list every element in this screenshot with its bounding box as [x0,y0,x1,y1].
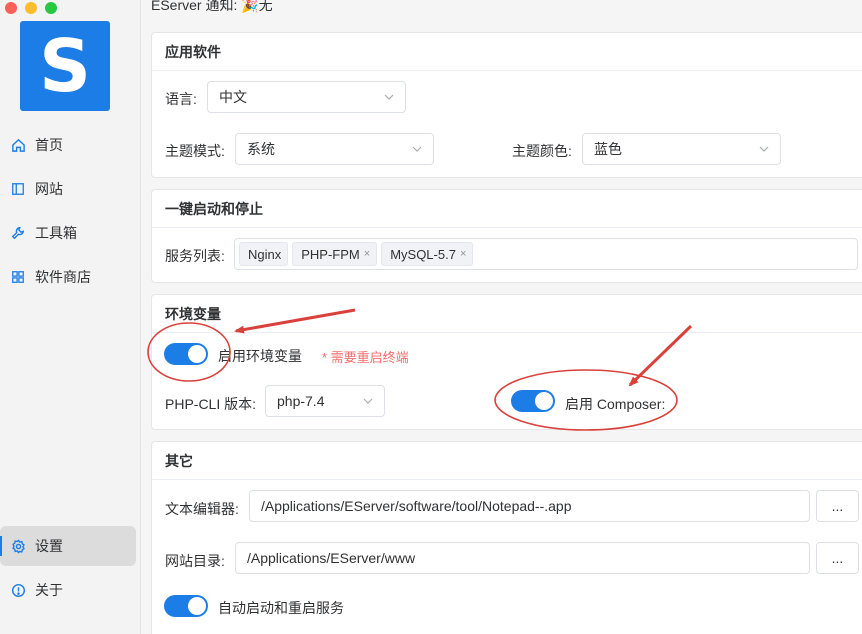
autostart-label: 自动启动和重启服务 [218,600,344,616]
switch-knob [188,345,206,363]
language-label: 语言: [165,91,197,107]
service-tag-name: PHP-FPM [301,246,360,262]
app-logo: S [20,21,110,111]
switch-knob [535,392,553,410]
server-notice: EServer 通知: 🎉无 [151,0,273,13]
one-click-card: 一键启动和停止 服务列表: Nginx PHP-FPM × MySQL-5.7 … [151,189,862,283]
php-cli-select[interactable]: php-7.4 [265,385,385,417]
theme-mode-value: 系统 [247,141,275,157]
sidebar-item-label: 关于 [35,582,63,598]
restart-note: * 需要重启终端 [322,350,409,365]
switch-knob [188,597,206,615]
sidebar-item-toolbox[interactable]: 工具箱 [0,213,141,253]
card-title: 其它 [152,442,862,480]
site-dir-input[interactable]: /Applications/EServer/www [235,542,810,574]
language-select[interactable]: 中文 [207,81,406,113]
zoom-window-button[interactable] [45,2,57,14]
sidebar-item-website[interactable]: 网站 [0,169,141,209]
env-card: 环境变量 启用环境变量 * 需要重启终端 PHP-CLI 版本: php-7.4… [151,294,862,430]
card-title: 一键启动和停止 [152,190,862,228]
editor-label: 文本编辑器: [165,501,239,517]
card-title: 环境变量 [152,295,862,333]
sidebar-item-label: 首页 [35,137,63,153]
site-dir-value: /Applications/EServer/www [247,550,416,566]
window-controls [5,2,57,14]
sidebar-item-label: 网站 [35,181,63,197]
sidebar-item-store[interactable]: 软件商店 [0,257,141,297]
service-tag: Nginx [239,242,289,266]
service-tag: PHP-FPM × [292,242,378,266]
service-list-label: 服务列表: [165,248,225,264]
sidebar: S 首页 网站 工具箱 软件商店 设置 关于 [0,0,141,634]
service-list-select[interactable]: Nginx PHP-FPM × MySQL-5.7 × [234,238,858,270]
php-cli-value: php-7.4 [277,393,325,409]
php-cli-label: PHP-CLI 版本: [165,396,257,412]
close-window-button[interactable] [5,2,17,14]
site-dir-browse-button[interactable]: ... [816,542,859,574]
sidebar-item-about[interactable]: 关于 [0,570,141,610]
home-icon [10,137,26,153]
chevron-down-icon [759,146,769,152]
other-card: 其它 文本编辑器: /Applications/EServer/software… [151,441,862,634]
chevron-down-icon [363,398,373,404]
editor-browse-button[interactable]: ... [816,490,859,522]
theme-mode-select[interactable]: 系统 [235,133,434,165]
website-icon [10,181,26,197]
theme-mode-label: 主题模式: [165,143,225,159]
service-tag-name: MySQL-5.7 [390,246,456,262]
composer-label: 启用 Composer: [565,396,666,412]
chevron-down-icon [412,146,422,152]
editor-path-value: /Applications/EServer/software/tool/Note… [261,498,572,514]
sidebar-item-label: 工具箱 [35,225,77,241]
sidebar-item-label: 软件商店 [35,269,91,285]
sidebar-item-label: 设置 [35,538,63,554]
gear-icon [10,538,26,554]
theme-color-select[interactable]: 蓝色 [582,133,781,165]
sidebar-item-settings[interactable]: 设置 [0,526,136,566]
service-tag: MySQL-5.7 × [381,242,474,266]
close-icon[interactable]: × [364,248,370,260]
wrench-icon [10,225,26,241]
store-icon [10,269,26,285]
minimize-window-button[interactable] [25,2,37,14]
service-tag-name: Nginx [248,246,282,262]
chevron-down-icon [384,94,394,100]
enable-env-switch[interactable] [164,343,208,365]
enable-env-label: 启用环境变量 [218,348,302,364]
logo-letter: S [39,24,91,108]
site-dir-label: 网站目录: [165,553,225,569]
app-settings-card: 应用软件 语言: 中文 主题模式: 系统 主题颜色: 蓝色 [151,32,862,178]
theme-color-value: 蓝色 [594,141,622,157]
language-value: 中文 [219,89,247,105]
settings-page: EServer 通知: 🎉无 应用软件 语言: 中文 主题模式: 系统 主题颜色… [141,0,862,634]
card-title: 应用软件 [152,33,862,71]
active-indicator [0,536,2,556]
editor-path-input[interactable]: /Applications/EServer/software/tool/Note… [249,490,810,522]
close-icon[interactable]: × [460,248,466,260]
composer-switch[interactable] [511,390,555,412]
sidebar-item-home[interactable]: 首页 [0,125,141,165]
info-icon [10,582,26,598]
autostart-switch[interactable] [164,595,208,617]
theme-color-label: 主题颜色: [512,143,572,159]
